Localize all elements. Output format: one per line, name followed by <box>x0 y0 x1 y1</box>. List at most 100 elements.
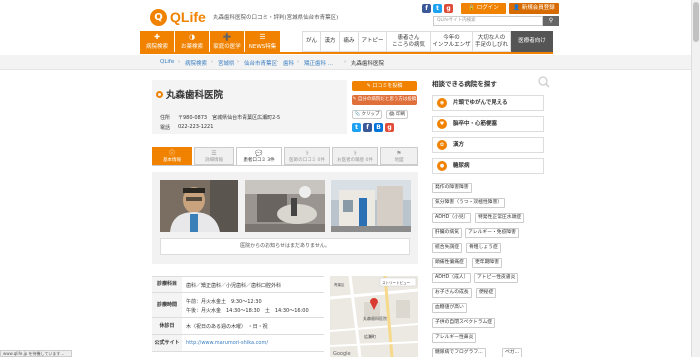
nav-kampo[interactable]: 漢方 <box>321 31 340 52</box>
nav-hospital-search[interactable]: ✚ 病院検索 <box>140 31 175 52</box>
sidebar-button-stroke[interactable]: ♥ 脳卒中・心筋梗塞 <box>432 116 544 132</box>
disease-tag[interactable]: 肝臓の病気 <box>432 228 462 238</box>
hospital-icon: ✚ <box>154 33 160 41</box>
page-root: { "header": { "logo_text": "QLife", "log… <box>0 0 700 357</box>
disease-tag[interactable]: ADHD（小児） <box>432 213 472 223</box>
site-search-input[interactable]: QLifeサイト内検索 <box>433 16 543 26</box>
doctor-photo[interactable] <box>160 180 238 232</box>
disease-tag[interactable]: 更年期障害 <box>472 258 502 268</box>
table-row: 診療時間 午前：月火水金土 9:30〜12:30 午後：月火水金 14:30〜1… <box>152 293 324 318</box>
tab-label: 地図 <box>394 158 404 163</box>
login-button[interactable]: 🔒 ログイン <box>461 3 506 14</box>
post-review-button[interactable]: ✎ 口コミを投稿 <box>352 81 417 91</box>
clip-button[interactable]: 📎 クリップ <box>352 110 382 119</box>
tab-career[interactable]: ⚕ お医者の職歴 0件 <box>332 147 378 165</box>
disease-tag[interactable]: 発作の障害障害 <box>432 183 472 193</box>
search-icon[interactable] <box>538 76 550 88</box>
disease-tag[interactable]: アレルギー・免疫障害 <box>465 228 519 238</box>
nav-atopy[interactable]: アトピー <box>359 31 387 52</box>
disease-tag[interactable]: 便秘症 <box>476 288 497 298</box>
tab-doctor-reviews[interactable]: ⚕ 医師の口コミ 0件 <box>284 147 330 165</box>
owner-post-button[interactable]: ✎ 自分の病院だと思う方は投稿 <box>352 95 417 105</box>
breadcrumb-item[interactable]: 宮城県 <box>218 59 235 67</box>
breadcrumb-current: 丸森歯科医院 <box>351 61 385 67</box>
page-tagline: 丸森歯科医院の口コミ・評判(宮城県仙台市青葉区) <box>213 15 339 21</box>
hatena-share-icon[interactable]: B <box>374 123 383 132</box>
nav-numbness[interactable]: 大切な人の 手足のしびれ <box>473 31 511 52</box>
disease-tag[interactable]: 子供の自閉スペクトラム症 <box>432 318 496 328</box>
sidebar-button-kampo[interactable]: ✿ 漢方 <box>432 137 544 153</box>
googleplus-share-icon[interactable]: g <box>385 123 394 132</box>
print-button[interactable]: 🖨 印刷 <box>386 110 408 119</box>
googleplus-icon[interactable]: g <box>444 4 453 13</box>
browser-status-bar: www.qlife.jp を待機しています... <box>0 350 72 357</box>
sidebar-button-vision[interactable]: ◉ 片頭でゆがんで見える <box>432 95 544 111</box>
disease-tag[interactable]: アレルギー性鼻炎 <box>432 333 477 343</box>
news-icon: ☰ <box>259 33 266 41</box>
row-value: 午前：月火水金土 9:30〜12:30 <box>186 299 262 305</box>
row-label: 診療科目 <box>152 277 182 292</box>
nav-for-professionals[interactable]: 医療者向け <box>511 31 553 52</box>
disease-tag[interactable]: 気分障害（うつ・双極性障害） <box>432 198 506 208</box>
disease-tag[interactable]: 統合失調症 <box>432 243 462 253</box>
treatment-room-photo[interactable] <box>245 180 325 232</box>
breadcrumb-item[interactable]: QLife <box>160 59 174 65</box>
doctor-icon: ⚕ <box>305 150 309 157</box>
page-scrollbar[interactable] <box>691 0 700 357</box>
sidebar-button-label: 漢方 <box>453 142 465 148</box>
tab-details[interactable]: ☰ 詳細情報 <box>194 147 234 165</box>
nav-drug-search[interactable]: ◑ お薬検索 <box>175 31 210 52</box>
table-row: 休診日 木（祝日のある週の木曜） ・日・祝 <box>152 318 324 335</box>
nav-home-medicine[interactable]: ➕ 家庭の医学 <box>210 31 245 52</box>
scrollbar-thumb[interactable] <box>693 2 699 42</box>
nav-cancer[interactable]: がん <box>302 31 321 52</box>
tab-patient-reviews[interactable]: 💬 患者口コミ 3件 <box>236 147 282 165</box>
disease-tag[interactable]: 糖尿病でフログラフ... <box>432 348 486 357</box>
breadcrumb-item[interactable]: 仙台市青葉区 <box>244 59 277 67</box>
official-site-link[interactable]: http://www.marumori-shika.com/ <box>186 340 268 346</box>
breadcrumb-item[interactable]: 歯科 <box>283 59 294 67</box>
facebook-icon[interactable]: f <box>422 4 431 13</box>
disease-tag[interactable]: アトピー性皮膚炎 <box>474 273 519 283</box>
sidebar-button-label: 糖尿病 <box>453 163 470 169</box>
tab-label: 基本情報 <box>163 158 181 163</box>
clinic-exterior-photo[interactable] <box>331 180 411 232</box>
register-button[interactable]: 👤 新規会員登録 <box>509 3 559 14</box>
nav-mental[interactable]: 患者さん こころの病気 <box>387 31 431 52</box>
disease-tag[interactable]: 特発性正常圧水頭症 <box>475 213 525 223</box>
sidebar-button-diabetes[interactable]: ● 糖尿病 <box>432 158 544 174</box>
disease-tag[interactable]: 骨粗しょう症 <box>466 243 501 253</box>
facebook-share-icon[interactable]: f <box>363 123 372 132</box>
search-icon[interactable]: ⚲ <box>543 16 559 26</box>
nav-influenza[interactable]: 今年の インフルエンザ <box>431 31 473 52</box>
twitter-share-icon[interactable]: t <box>352 123 361 132</box>
tab-label: 詳細情報 <box>205 158 223 163</box>
clinic-marker-icon <box>156 91 163 98</box>
clinic-map[interactable]: 丸森歯科医院 広瀬町 青葉区 ストリートビュー Google <box>330 276 418 357</box>
address-label: 住所 <box>160 115 171 121</box>
nav-label: 家庭の医学 <box>213 44 241 50</box>
breadcrumb-item[interactable]: 矯正歯科 ... <box>304 59 333 67</box>
row-label: 休診日 <box>152 318 182 334</box>
breadcrumb-separator: › <box>276 59 279 65</box>
tab-underline <box>152 165 418 166</box>
qlife-logo[interactable]: Q QLife <box>150 9 210 27</box>
disease-tag[interactable]: ペガ... <box>502 348 523 357</box>
tab-basic-info[interactable]: ⓘ 基本情報 <box>152 147 192 165</box>
nav-pain[interactable]: 痛み <box>340 31 359 52</box>
disease-tag[interactable]: 頭痛性偏痛症 <box>432 258 467 268</box>
disease-tag[interactable]: 血糖値が高い <box>432 303 467 313</box>
post-review-label: 口コミを投稿 <box>372 83 403 89</box>
street-view-button[interactable]: ストリートビュー <box>382 280 410 285</box>
disease-tag[interactable]: お子さんの成長 <box>432 288 472 298</box>
document-icon: ☰ <box>211 150 217 157</box>
row-value: 歯科／矯正歯科／小児歯科／歯科口腔外科 <box>186 283 282 289</box>
nav-news[interactable]: ☰ NEWS特集 <box>245 31 281 52</box>
breadcrumb-item[interactable]: 病院検索 <box>185 59 207 67</box>
phone-value: 022-223-1221 <box>178 124 214 130</box>
nav-label-2: こころの病気 <box>391 42 425 48</box>
drop-icon: ● <box>437 161 447 171</box>
disease-tag[interactable]: ADHD（成人） <box>432 273 472 283</box>
twitter-icon[interactable]: t <box>433 4 442 13</box>
tab-map[interactable]: ⚑ 地図 <box>380 147 418 165</box>
